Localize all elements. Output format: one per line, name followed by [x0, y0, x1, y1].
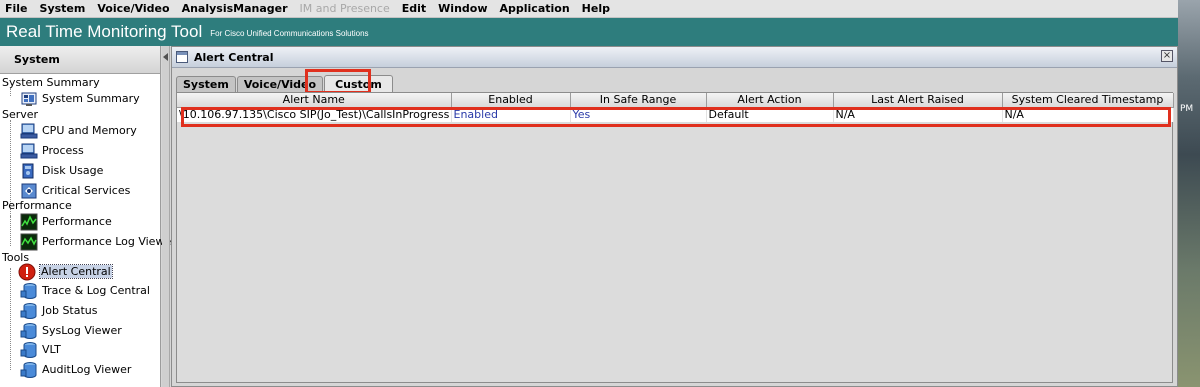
- services-icon: [21, 183, 37, 198]
- sidebar-item-alert-central[interactable]: Alert Central: [18, 262, 113, 281]
- sidebar-item-label: Performance Log Viewer: [42, 235, 176, 248]
- sidebar-item-label: Performance: [42, 215, 112, 228]
- menu-system[interactable]: System: [35, 2, 93, 15]
- database-icon: [20, 322, 37, 339]
- alert-central-window: Alert Central × System Voice/Video Custo…: [171, 46, 1178, 387]
- sidebar-item-label: Critical Services: [42, 184, 131, 197]
- app-subtitle: For Cisco Unified Communications Solutio…: [210, 28, 369, 38]
- sidebar-item-auditlog-viewer[interactable]: AuditLog Viewer: [20, 360, 131, 379]
- menu-application[interactable]: Application: [495, 2, 577, 15]
- menu-file[interactable]: File: [0, 2, 35, 15]
- sidebar-item-vlt[interactable]: VLT: [20, 340, 61, 359]
- system-summary-icon: [21, 92, 37, 106]
- menu-voice-video[interactable]: Voice/Video: [92, 2, 176, 15]
- sidebar-item-label: Disk Usage: [42, 164, 104, 177]
- sidebar-item-label: AuditLog Viewer: [42, 363, 132, 376]
- desktop-clock-label: PM: [1180, 104, 1194, 114]
- cell-in-safe-range[interactable]: Yes: [570, 107, 707, 122]
- cell-alert-action[interactable]: Default: [706, 107, 834, 122]
- table-header-row: Alert Name Enabled In Safe Range Alert A…: [177, 93, 1174, 108]
- sidebar-item-label: System Summary: [42, 92, 140, 105]
- computer-icon: [20, 143, 38, 158]
- app-banner: Real Time Monitoring Tool For Cisco Unif…: [0, 18, 1178, 46]
- tree-category-performance[interactable]: Performance: [2, 199, 72, 212]
- collapse-arrow-icon[interactable]: [163, 53, 168, 61]
- sidebar-item-performance-log-viewer[interactable]: Performance Log Viewer: [20, 232, 176, 251]
- alerts-table-container: Alert Name Enabled In Safe Range Alert A…: [176, 92, 1174, 383]
- cell-system-cleared[interactable]: N/A: [1002, 107, 1174, 122]
- close-icon[interactable]: ×: [1161, 50, 1173, 62]
- computer-icon: [20, 123, 38, 138]
- sidebar-item-label: VLT: [42, 343, 61, 356]
- disk-icon: [22, 163, 34, 178]
- menu-help[interactable]: Help: [577, 2, 617, 15]
- performance-chart-icon: [20, 233, 38, 250]
- tab-highlight-box: [305, 69, 371, 94]
- menu-im-presence: IM and Presence: [299, 2, 390, 15]
- sidebar-item-cpu-memory[interactable]: CPU and Memory: [20, 121, 137, 140]
- column-header-alert-name[interactable]: Alert Name: [177, 93, 452, 108]
- window-icon: [176, 51, 188, 63]
- sidebar-item-disk-usage[interactable]: Disk Usage: [20, 161, 103, 180]
- window-title: Alert Central: [194, 50, 274, 64]
- database-icon: [20, 361, 37, 378]
- sidebar-item-label: Alert Central: [39, 264, 113, 279]
- sidebar-item-label: Process: [42, 144, 84, 157]
- cell-alert-name[interactable]: \10.106.97.135\Cisco SIP(Jo_Test)\CallsI…: [177, 107, 452, 122]
- sidebar-header[interactable]: System: [0, 46, 160, 74]
- sidebar-item-label: Trace & Log Central: [42, 284, 150, 297]
- tree-category-system-summary[interactable]: System Summary: [2, 76, 100, 89]
- window-title-bar[interactable]: Alert Central: [172, 47, 1177, 68]
- sidebar-item-label: CPU and Memory: [42, 124, 137, 137]
- menu-bar: File System Voice/Video AnalysisManager …: [0, 0, 1178, 18]
- menu-analysis-manager[interactable]: AnalysisManager: [177, 2, 295, 15]
- cell-last-alert-raised[interactable]: N/A: [833, 107, 1003, 122]
- cell-enabled[interactable]: Enabled: [451, 107, 571, 122]
- database-icon: [20, 302, 37, 319]
- sidebar-item-trace-log-central[interactable]: Trace & Log Central: [20, 281, 150, 300]
- sidebar-item-performance[interactable]: Performance: [20, 212, 112, 231]
- column-header-last-alert-raised[interactable]: Last Alert Raised: [833, 93, 1003, 108]
- sidebar-item-syslog-viewer[interactable]: SysLog Viewer: [20, 321, 122, 340]
- sidebar-item-label: SysLog Viewer: [42, 324, 122, 337]
- column-header-enabled[interactable]: Enabled: [451, 93, 571, 108]
- sidebar-item-process[interactable]: Process: [20, 141, 84, 160]
- performance-chart-icon: [20, 213, 38, 230]
- column-header-in-safe-range[interactable]: In Safe Range: [570, 93, 707, 108]
- tree-category-server[interactable]: Server: [2, 108, 38, 121]
- database-icon: [20, 282, 37, 299]
- database-icon: [20, 341, 37, 358]
- table-row[interactable]: \10.106.97.135\Cisco SIP(Jo_Test)\CallsI…: [177, 107, 1174, 122]
- sidebar-item-label: Job Status: [42, 304, 98, 317]
- menu-edit[interactable]: Edit: [397, 2, 433, 15]
- sidebar-item-critical-services[interactable]: Critical Services: [20, 181, 130, 200]
- column-header-alert-action[interactable]: Alert Action: [706, 93, 834, 108]
- column-header-system-cleared[interactable]: System Cleared Timestamp: [1002, 93, 1174, 108]
- sidebar-item-system-summary[interactable]: System Summary: [20, 89, 140, 108]
- menu-window[interactable]: Window: [433, 2, 494, 15]
- desktop-background: [1178, 0, 1200, 387]
- app-title: Real Time Monitoring Tool: [6, 22, 203, 41]
- alerts-table: Alert Name Enabled In Safe Range Alert A…: [177, 93, 1174, 122]
- sidebar-item-job-status[interactable]: Job Status: [20, 301, 98, 320]
- alert-icon: [18, 263, 36, 280]
- panel-splitter[interactable]: [162, 46, 170, 387]
- tab-system[interactable]: System: [176, 76, 236, 92]
- sidebar: System System Summary System Summary Ser…: [0, 46, 176, 387]
